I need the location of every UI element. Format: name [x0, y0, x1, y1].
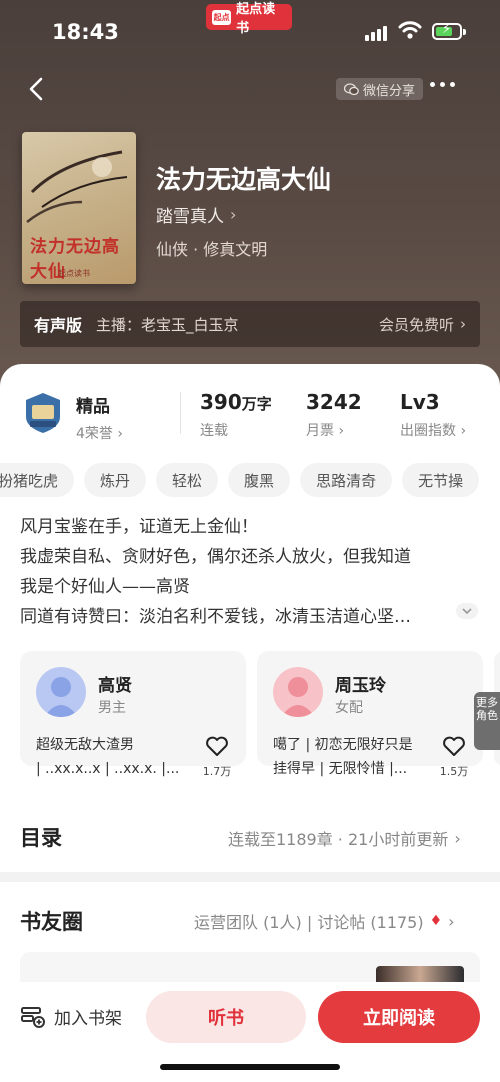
vip-label: 会员免费听	[378, 315, 454, 334]
level-value: Lv3	[400, 390, 440, 414]
stat-monthly-tickets[interactable]: 3242 月票 ›	[306, 390, 362, 440]
character-name: 周玉玲	[335, 676, 386, 696]
character-desc-line: | ..xx.x..x | ..xx.x. |...	[36, 761, 180, 777]
app-logo-icon: 起点	[212, 9, 232, 25]
honor-count: 4荣誉	[76, 426, 113, 442]
more-roles-button[interactable]: 更多角色	[474, 692, 500, 750]
tag-chip[interactable]: 腹黑	[228, 463, 291, 497]
chevron-right-icon: ›	[460, 423, 467, 439]
chevron-right-icon: ›	[448, 911, 455, 931]
character-name: 高贤	[98, 676, 132, 696]
character-desc: 超级无敌大渣男 | ..xx.x..x | ..xx.x. |...	[36, 733, 196, 781]
synopsis[interactable]: 风月宝鉴在手，证道无上金仙！ 我虚荣自私、贪财好色，偶尔还杀人放火，但我知道 我…	[20, 512, 480, 632]
vip-free-listen[interactable]: 会员免费听 ›	[379, 314, 466, 335]
like-button[interactable]: 1.7万	[202, 735, 232, 779]
character-desc-line: 超级无敌大渣男	[36, 737, 134, 753]
synopsis-line: 我是个好仙人——高贤	[20, 577, 190, 597]
cover-brand: 起点读书	[58, 269, 90, 278]
add-shelf-icon	[21, 1006, 45, 1028]
author-name: 踏雪真人	[156, 207, 224, 227]
add-to-shelf-button[interactable]: 加入书架	[20, 1004, 122, 1029]
toc-info: 连载至1189章 · 21小时前更新	[228, 830, 449, 849]
tag-chip[interactable]: 扮猪吃虎	[0, 463, 75, 497]
ticket-count: 3242	[306, 390, 362, 414]
toc-title[interactable]: 目录	[20, 822, 62, 852]
section-divider	[0, 872, 500, 882]
status-time: 18:43	[52, 20, 119, 44]
expand-chevron-icon[interactable]	[456, 603, 478, 619]
read-now-button[interactable]: 立即阅读	[318, 991, 480, 1043]
chevron-right-icon: ›	[460, 315, 466, 333]
character-desc-line: 噶了 | 初恋无限好只是	[273, 737, 413, 753]
ticket-label: 月票	[306, 423, 334, 439]
back-arrow-icon[interactable]	[24, 74, 50, 104]
toc-update-link[interactable]: 连载至1189章 · 21小时前更新 ›	[228, 826, 461, 850]
stats-divider	[180, 392, 181, 434]
heart-icon	[206, 736, 228, 756]
stat-level[interactable]: Lv3 出圈指数 ›	[400, 390, 466, 440]
serial-status: 连载	[200, 423, 228, 439]
chevron-right-icon: ›	[338, 423, 345, 439]
synopsis-line: 我虚荣自私、贪财好色，偶尔还杀人放火，但我知道	[20, 547, 411, 567]
battery-icon: ⚡	[432, 22, 466, 40]
tag-chip[interactable]: 轻松	[156, 463, 219, 497]
status-bar: 18:43 起点 起点读书 ⚡	[0, 0, 500, 66]
app-name: 起点读书	[236, 2, 276, 36]
avatar	[273, 667, 323, 717]
tag-list: 扮猪吃虎 炼丹 轻松 腹黑 思路清奇 无节操	[0, 463, 480, 497]
wechat-icon	[344, 82, 359, 95]
book-club-title[interactable]: 书友圈	[20, 906, 83, 936]
word-count: 390	[200, 390, 242, 414]
character-role: 男主	[98, 700, 126, 716]
shelf-label: 加入书架	[54, 1009, 122, 1029]
word-unit: 万字	[241, 395, 272, 413]
synopsis-line: 风月宝鉴在手，证道无上金仙！	[20, 517, 258, 537]
like-count: 1.5万	[439, 765, 469, 778]
stat-words: 390万字 连载	[200, 390, 272, 440]
audio-host: 主播：老宝玉_白玉京	[96, 315, 239, 334]
book-genre: 仙侠 · 修真文明	[156, 240, 268, 259]
more-menu-icon[interactable]	[430, 82, 455, 87]
tag-chip[interactable]: 思路清奇	[300, 463, 393, 497]
book-title: 法力无边高大仙	[156, 165, 332, 194]
tag-chip[interactable]: 炼丹	[84, 463, 147, 497]
stat-quality[interactable]: 精品 4荣誉 ›	[76, 392, 123, 443]
like-count: 1.7万	[202, 765, 232, 778]
tag-chip[interactable]: 无节操	[402, 463, 480, 497]
chevron-right-icon: ›	[117, 426, 123, 442]
post-thumbnail	[376, 966, 464, 982]
character-card[interactable]: 周玉玲 女配 噶了 | 初恋无限好只是 挂得早 | 无限怜惜 |... 1.5万	[257, 651, 483, 778]
audio-version-bar[interactable]: 有声版 主播：老宝玉_白玉京 会员免费听 ›	[20, 301, 480, 347]
share-label: 微信分享	[363, 83, 416, 99]
bottom-action-bar: 加入书架 听书 立即阅读	[0, 982, 500, 1082]
character-card[interactable]: 高贤 男主 超级无敌大渣男 | ..xx.x..x | ..xx.x. |...…	[20, 651, 246, 778]
book-cover[interactable]: 法力无边高大仙 起点读书	[22, 132, 136, 284]
chevron-right-icon: ›	[454, 828, 461, 848]
home-indicator	[160, 1064, 340, 1070]
avatar	[36, 667, 86, 717]
wifi-icon	[398, 21, 422, 39]
flame-icon: ♦	[429, 913, 443, 929]
heart-icon	[443, 736, 465, 756]
character-role: 女配	[335, 700, 363, 716]
character-desc-line: 挂得早 | 无限怜惜 |...	[273, 761, 408, 777]
synopsis-line: 同道有诗赞曰：淡泊名利不爱钱，冰清玉洁道心坚…	[20, 607, 411, 627]
chevron-right-icon: ›	[230, 205, 237, 224]
app-badge: 起点 起点读书	[206, 2, 292, 36]
character-desc: 噶了 | 初恋无限好只是 挂得早 | 无限怜惜 |...	[273, 733, 433, 781]
book-club-link[interactable]: 运营团队 (1人) | 讨论帖 (1175) ♦ ›	[194, 909, 455, 933]
author-link[interactable]: 踏雪真人 ›	[156, 202, 236, 227]
wechat-share-button[interactable]: 微信分享	[336, 78, 424, 100]
quality-emblem-icon	[26, 393, 60, 433]
like-button[interactable]: 1.5万	[439, 735, 469, 779]
quality-label: 精品	[76, 397, 110, 417]
club-info: 运营团队 (1人) | 讨论帖 (1175)	[194, 913, 424, 932]
listen-button[interactable]: 听书	[146, 991, 306, 1043]
level-label: 出圈指数	[400, 423, 456, 439]
audio-tag: 有声版	[34, 316, 83, 335]
signal-icon	[365, 26, 387, 41]
